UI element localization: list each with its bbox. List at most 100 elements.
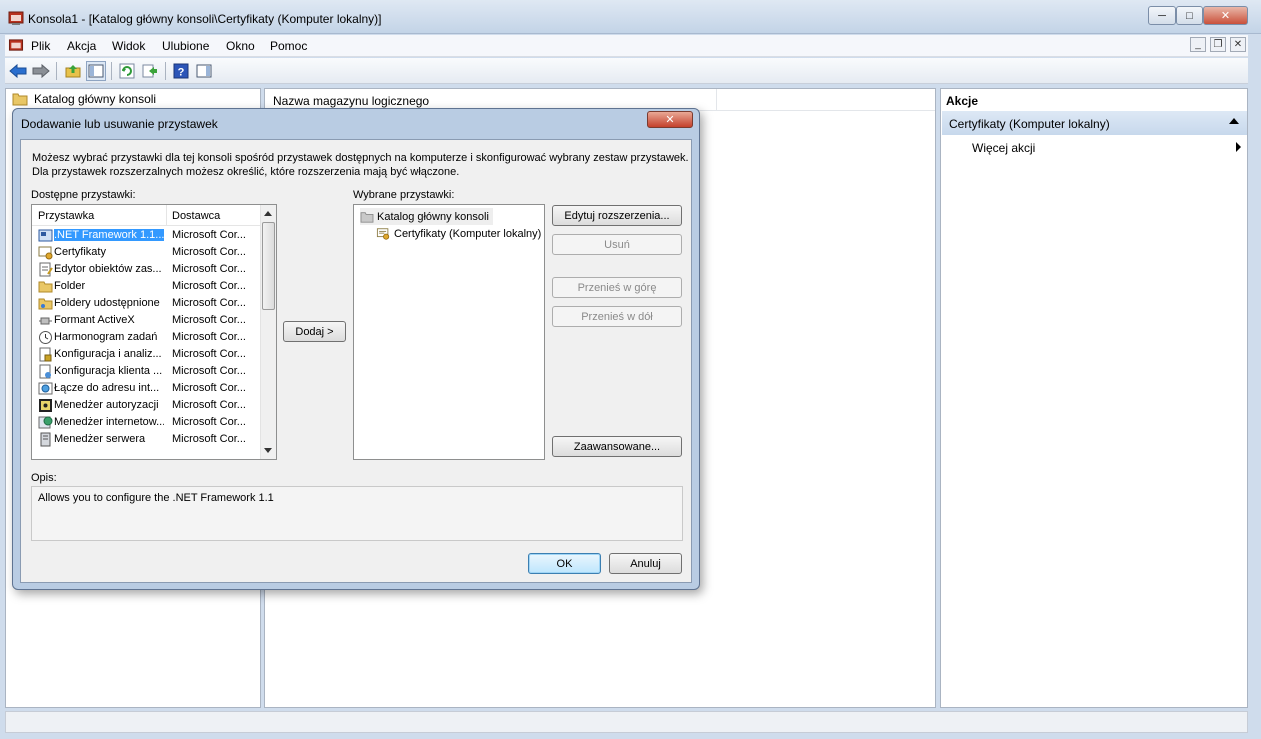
snapin-vendor: Microsoft Cor... <box>172 297 246 309</box>
up-one-level-button[interactable] <box>63 61 83 81</box>
column-header-vendor[interactable]: Dostawca <box>172 210 220 222</box>
selected-tree-root[interactable]: Katalog główny konsoli <box>360 208 493 225</box>
snapin-row[interactable]: Formant ActiveX Microsoft Cor... <box>32 312 260 329</box>
remove-button[interactable]: Usuń <box>552 234 682 255</box>
snapin-name: Certyfikaty <box>54 246 106 258</box>
child-restore-button[interactable]: ❐ <box>1210 37 1226 52</box>
menu-okno[interactable]: Okno <box>226 39 255 53</box>
move-down-button[interactable]: Przenieś w dół <box>552 306 682 327</box>
snapin-row[interactable]: Harmonogram zadań Microsoft Cor... <box>32 329 260 346</box>
refresh-button[interactable] <box>117 61 137 81</box>
scroll-down-arrow-icon[interactable] <box>264 448 272 453</box>
more-actions-link[interactable]: Więcej akcji <box>972 141 1035 155</box>
add-button[interactable]: Dodaj > <box>283 321 346 342</box>
snapin-name: Menedżer autoryzacji <box>54 399 159 411</box>
selected-snapins-tree[interactable]: Katalog główny konsoli Certyfikaty (Komp… <box>353 204 545 460</box>
back-arrow-icon <box>9 63 27 79</box>
snapin-vendor: Microsoft Cor... <box>172 314 246 326</box>
show-hide-tree-button[interactable] <box>86 61 106 81</box>
snapin-row[interactable]: Edytor obiektów zas... Microsoft Cor... <box>32 261 260 278</box>
menu-ulubione[interactable]: Ulubione <box>162 39 209 53</box>
snapin-vendor: Microsoft Cor... <box>172 263 246 275</box>
snapin-name: Menedżer serwera <box>54 433 146 445</box>
available-snapins-list[interactable]: Przystawka Dostawca .NET Framework 1.1..… <box>31 204 277 460</box>
advanced-button[interactable]: Zaawansowane... <box>552 436 682 457</box>
collapse-arrow-icon[interactable] <box>1229 118 1239 124</box>
snapin-row[interactable]: .NET Framework 1.1... Microsoft Cor... <box>32 227 260 244</box>
move-up-button[interactable]: Przenieś w górę <box>552 277 682 298</box>
selected-tree-child[interactable]: Certyfikaty (Komputer lokalny) <box>376 225 541 242</box>
close-button[interactable]: ✕ <box>1203 6 1248 25</box>
tree-node-console-root[interactable]: Katalog główny konsoli <box>12 92 156 106</box>
snapin-row[interactable]: Certyfikaty Microsoft Cor... <box>32 244 260 261</box>
snapin-vendor: Microsoft Cor... <box>172 280 246 292</box>
toolbar: ? <box>5 58 1248 84</box>
forward-arrow-icon <box>32 63 50 79</box>
snapin-name: Menedżer internetow... <box>54 416 164 428</box>
scroll-thumb[interactable] <box>262 222 275 310</box>
child-close-button[interactable]: ✕ <box>1230 37 1246 52</box>
svg-text:?: ? <box>178 67 185 79</box>
snapin-name: Konfiguracja klienta ... <box>54 365 163 377</box>
export-list-button[interactable] <box>140 61 160 81</box>
snapin-name: Łącze do adresu int... <box>54 382 160 394</box>
snapin-row[interactable]: Foldery udostępnione Microsoft Cor... <box>32 295 260 312</box>
snapin-vendor: Microsoft Cor... <box>172 348 246 360</box>
list-scrollbar[interactable] <box>260 205 276 459</box>
snapin-row[interactable]: Folder Microsoft Cor... <box>32 278 260 295</box>
actions-title: Akcje <box>946 94 979 108</box>
snapin-name: Foldery udostępnione <box>54 297 160 309</box>
toolbar-separator <box>111 62 112 80</box>
mmc-menu-icon[interactable] <box>8 38 24 53</box>
snapin-row[interactable]: Łącze do adresu int... Microsoft Cor... <box>32 380 260 397</box>
maximize-button[interactable]: □ <box>1176 6 1203 25</box>
snapin-name: Folder <box>54 280 86 292</box>
menu-plik[interactable]: Plik <box>31 39 50 53</box>
dialog-close-button[interactable]: ✕ <box>647 111 693 128</box>
menu-bar: Plik Akcja Widok Ulubione Okno Pomoc _ ❐… <box>5 35 1248 57</box>
column-divider[interactable] <box>716 89 717 110</box>
back-button[interactable] <box>8 61 28 81</box>
dialog-body: Możesz wybrać przystawki dla tej konsoli… <box>20 139 692 583</box>
snapin-vendor: Microsoft Cor... <box>172 331 246 343</box>
column-header-snapin[interactable]: Przystawka <box>38 210 94 222</box>
cancel-button[interactable]: Anuluj <box>609 553 682 574</box>
column-header-store-name[interactable]: Nazwa magazynu logicznego <box>273 94 429 108</box>
folder-icon <box>38 281 53 293</box>
snapin-row[interactable]: Menedżer autoryzacji Microsoft Cor... <box>32 397 260 414</box>
snapin-vendor: Microsoft Cor... <box>172 433 246 445</box>
column-divider[interactable] <box>166 205 167 226</box>
snapin-row[interactable]: Menedżer serwera Microsoft Cor... <box>32 431 260 448</box>
actions-section-header[interactable]: Certyfikaty (Komputer lokalny) <box>942 111 1247 135</box>
help-button[interactable]: ? <box>171 61 191 81</box>
menu-pomoc[interactable]: Pomoc <box>270 39 307 53</box>
snapin-vendor: Microsoft Cor... <box>172 365 246 377</box>
menu-akcja[interactable]: Akcja <box>67 39 96 53</box>
mmc-app-icon <box>8 11 24 25</box>
toolbar-separator <box>165 62 166 80</box>
snapin-name: Formant ActiveX <box>54 314 135 326</box>
net-framework-icon <box>38 229 53 242</box>
submenu-arrow-icon[interactable] <box>1236 142 1241 152</box>
snapin-row[interactable]: Menedżer internetow... Microsoft Cor... <box>32 414 260 431</box>
server-icon <box>40 432 51 447</box>
selected-snapins-label: Wybrane przystawki: <box>353 189 455 201</box>
forward-button[interactable] <box>31 61 51 81</box>
minimize-button[interactable]: ─ <box>1148 6 1176 25</box>
folder-up-icon <box>65 65 81 78</box>
snapin-row[interactable]: Konfiguracja i analiz... Microsoft Cor... <box>32 346 260 363</box>
ok-button[interactable]: OK <box>528 553 601 574</box>
snapin-row[interactable]: Konfiguracja klienta ... Microsoft Cor... <box>32 363 260 380</box>
authorization-icon <box>39 399 52 412</box>
available-snapins-label: Dostępne przystawki: <box>31 189 136 201</box>
child-minimize-button[interactable]: _ <box>1190 37 1206 52</box>
list-header: Przystawka Dostawca <box>32 205 260 226</box>
show-action-pane-button[interactable] <box>194 61 214 81</box>
menu-widok[interactable]: Widok <box>112 39 145 53</box>
activex-icon <box>39 317 52 325</box>
description-label: Opis: <box>31 472 57 484</box>
scroll-up-arrow-icon[interactable] <box>264 211 272 216</box>
console-window: Konsola1 - [Katalog główny konsoli\Certy… <box>0 0 1261 739</box>
edit-extensions-button[interactable]: Edytuj rozszerzenia... <box>552 205 682 226</box>
snapin-name: .NET Framework 1.1... <box>54 229 164 241</box>
